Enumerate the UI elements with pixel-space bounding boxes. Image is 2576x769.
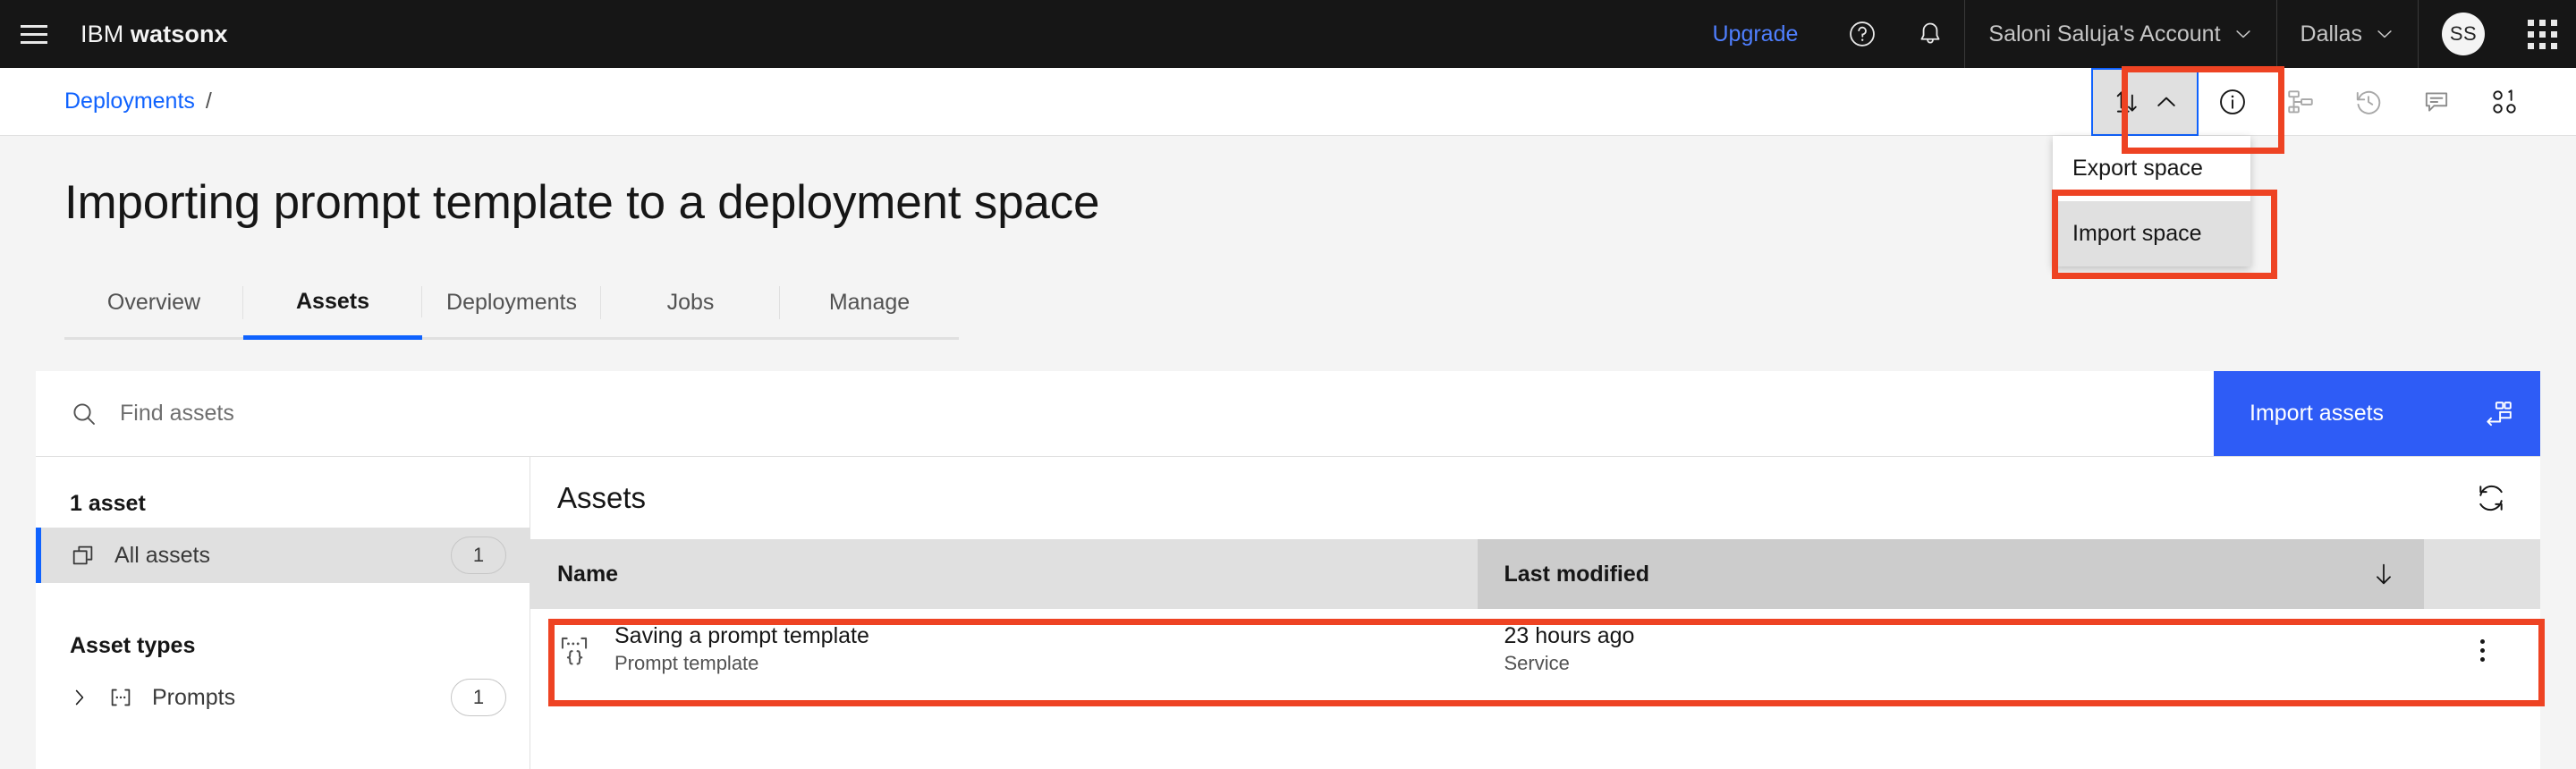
sitemap-icon[interactable] xyxy=(2267,68,2334,136)
help-icon[interactable] xyxy=(1828,0,1896,68)
brand-logo[interactable]: IBM watsonx xyxy=(80,21,228,48)
chevron-down-icon xyxy=(2377,30,2392,38)
cell-name: Saving a prompt template Prompt template xyxy=(530,609,1478,691)
search-icon xyxy=(73,402,95,425)
tab-bar: Overview Assets Deployments Jobs Manage xyxy=(64,268,959,340)
import-export-icon xyxy=(2116,91,2137,113)
import-export-dropdown: Export space Import space xyxy=(2053,136,2250,266)
asset-name[interactable]: Saving a prompt template xyxy=(614,623,869,650)
assets-content-panel: Find assets Import assets 1 asset All as xyxy=(36,371,2540,769)
info-icon[interactable] xyxy=(2199,68,2267,136)
avatar[interactable]: SS xyxy=(2419,0,2508,68)
column-header-last-modified[interactable]: Last modified xyxy=(1477,539,2424,609)
asset-last-modified: 23 hours ago xyxy=(1504,622,1635,648)
copy-icon xyxy=(72,545,93,565)
breadcrumb-separator: / xyxy=(205,89,212,114)
cell-last-modified: 23 hours ago Service xyxy=(1477,609,2424,691)
bell-icon[interactable] xyxy=(1896,0,1964,68)
assets-table-row[interactable]: Saving a prompt template Prompt template… xyxy=(530,609,2540,691)
assets-table-body: Saving a prompt template Prompt template… xyxy=(530,609,2540,691)
asset-type: Prompt template xyxy=(614,652,759,675)
comment-icon[interactable] xyxy=(2402,68,2470,136)
sidebar-item-all-assets-count: 1 xyxy=(451,537,506,574)
search-toolbar: Find assets Import assets xyxy=(36,371,2540,457)
history-icon[interactable] xyxy=(2334,68,2402,136)
sidebar-item-all-assets[interactable]: All assets 1 xyxy=(36,528,530,583)
brand-prefix: IBM xyxy=(80,20,124,47)
assets-title: Assets xyxy=(557,481,647,514)
page-title: Importing prompt template to a deploymen… xyxy=(64,176,1100,229)
space-toolbar xyxy=(2091,68,2538,136)
assets-header: Assets xyxy=(530,457,2540,539)
region-label: Dallas xyxy=(2300,21,2362,46)
hamburger-icon[interactable] xyxy=(0,0,68,68)
column-header-last-modified-label: Last modified xyxy=(1504,561,1650,587)
chevron-down-icon xyxy=(2235,30,2250,38)
search-input[interactable]: Find assets xyxy=(36,371,2214,456)
import-export-toolbar-button[interactable] xyxy=(2091,68,2199,136)
assets-body: 1 asset All assets 1 Asset types Prompts… xyxy=(36,457,2540,769)
account-label: Saloni Saluja's Account xyxy=(1988,21,2221,46)
prompt-icon xyxy=(111,689,131,706)
tab-overview[interactable]: Overview xyxy=(64,268,243,340)
refresh-icon[interactable] xyxy=(2476,483,2506,513)
chevron-right-icon[interactable] xyxy=(70,688,89,707)
arrow-down-icon xyxy=(2370,561,2397,587)
avatar-initials: SS xyxy=(2442,13,2485,55)
sidebar-item-prompts[interactable]: Prompts 1 xyxy=(36,670,530,725)
assets-table: Name Last modified Saving a prompt templ… xyxy=(530,539,2540,691)
asset-modified-by: Service xyxy=(1504,652,1570,675)
assets-table-head: Name Last modified xyxy=(530,539,2540,609)
sidebar-item-prompts-count: 1 xyxy=(451,679,506,716)
sidebar-item-prompts-label: Prompts xyxy=(152,684,236,710)
asset-count-label: 1 asset xyxy=(70,491,146,516)
account-menu[interactable]: Saloni Saluja's Account xyxy=(1965,0,2275,68)
breadcrumb-item-deployments[interactable]: Deployments xyxy=(64,89,195,114)
assets-main: Assets Name Last modified Saving a promp… xyxy=(530,457,2540,769)
brand-name: watsonx xyxy=(130,20,228,47)
region-menu[interactable]: Dallas xyxy=(2277,0,2418,68)
upgrade-link[interactable]: Upgrade xyxy=(1682,21,1829,47)
sidebar-item-all-assets-label: All assets xyxy=(114,542,210,568)
import-assets-button[interactable]: Import assets xyxy=(2214,371,2540,456)
tab-deployments[interactable]: Deployments xyxy=(422,268,601,340)
members-icon[interactable] xyxy=(2470,68,2538,136)
tab-assets[interactable]: Assets xyxy=(243,268,422,340)
tab-jobs[interactable]: Jobs xyxy=(601,268,780,340)
search-placeholder: Find assets xyxy=(120,401,234,426)
assets-table-header-row: Name Last modified xyxy=(530,539,2540,609)
column-header-actions xyxy=(2424,539,2540,609)
breadcrumb-bar: Deployments / xyxy=(0,68,2576,136)
export-space-menu-item[interactable]: Export space xyxy=(2053,136,2250,201)
top-header: IBM watsonx Upgrade Saloni Saluja's Acco… xyxy=(0,0,2576,68)
chevron-up-icon xyxy=(2157,97,2175,106)
cell-actions xyxy=(2424,609,2540,691)
breadcrumb: Deployments / xyxy=(64,89,212,114)
asset-types-label: Asset types xyxy=(70,633,196,658)
overflow-menu-icon[interactable] xyxy=(2451,638,2513,662)
tab-manage[interactable]: Manage xyxy=(780,268,959,340)
import-space-menu-item[interactable]: Import space xyxy=(2053,201,2250,266)
assets-sidebar: 1 asset All assets 1 Asset types Prompts… xyxy=(36,457,530,769)
prompt-template-icon xyxy=(561,637,588,665)
column-header-name[interactable]: Name xyxy=(530,539,1478,609)
import-assets-icon xyxy=(2487,401,2512,426)
app-grid-icon[interactable] xyxy=(2508,0,2576,68)
import-assets-label: Import assets xyxy=(2250,401,2385,426)
